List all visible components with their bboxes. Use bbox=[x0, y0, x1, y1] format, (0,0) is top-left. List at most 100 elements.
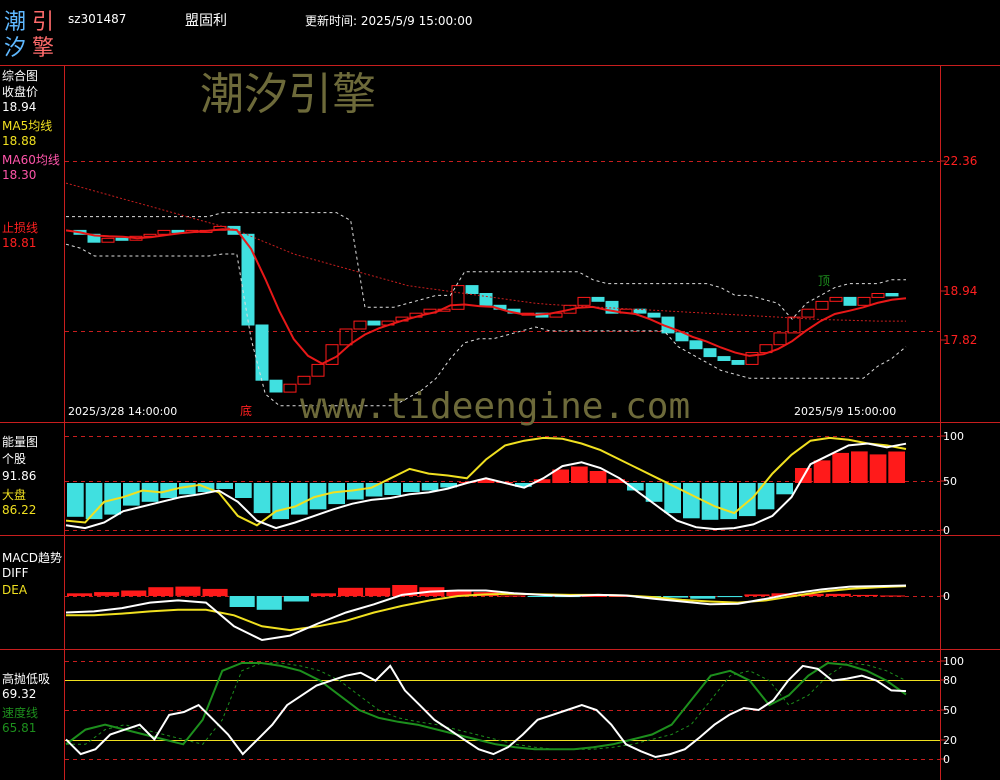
macd-bar bbox=[852, 594, 878, 596]
close-label: 收盘价 bbox=[2, 85, 39, 99]
macd-bar bbox=[879, 595, 905, 597]
candle bbox=[283, 383, 297, 393]
speed-value: 65.81 bbox=[2, 721, 37, 735]
bottom-marker: 底 bbox=[240, 404, 253, 418]
candle bbox=[885, 293, 899, 297]
hl-tick: 80 bbox=[943, 674, 957, 687]
energy-bar bbox=[403, 483, 420, 492]
macd-bar bbox=[283, 596, 309, 602]
hl-tick: 20 bbox=[943, 734, 957, 747]
candle bbox=[703, 348, 717, 358]
ma60-label: MA60均线 bbox=[2, 153, 60, 167]
candle bbox=[647, 312, 661, 318]
stop-label: 止损线 bbox=[2, 221, 39, 235]
price-tick: 22.36 bbox=[943, 154, 978, 168]
candle bbox=[815, 300, 829, 310]
candle bbox=[829, 296, 843, 302]
candle bbox=[255, 324, 269, 381]
energy-tick: 50 bbox=[943, 475, 957, 488]
candle bbox=[773, 332, 787, 346]
date-start: 2025/3/28 14:00:00 bbox=[68, 405, 178, 418]
candle bbox=[269, 379, 283, 393]
stop-value: 18.81 bbox=[2, 236, 37, 250]
energy-bar bbox=[813, 460, 831, 483]
macd-bar bbox=[148, 587, 174, 596]
macd-bar bbox=[338, 587, 364, 597]
macd-bar bbox=[121, 590, 147, 596]
candle bbox=[115, 237, 129, 241]
close-value: 18.94 bbox=[2, 100, 37, 114]
energy-bar bbox=[253, 483, 271, 514]
macd-bar bbox=[229, 596, 255, 607]
ma5-value: 18.88 bbox=[2, 134, 37, 148]
candle bbox=[591, 296, 605, 302]
hl-value: 69.32 bbox=[2, 687, 37, 701]
macd-bar bbox=[175, 586, 201, 596]
date-end: 2025/5/9 15:00:00 bbox=[794, 405, 897, 418]
energy-title: 能量图 bbox=[2, 435, 39, 449]
macd-title: MACD趋势 bbox=[2, 551, 62, 565]
energy-bar bbox=[179, 483, 196, 495]
band-lower-line bbox=[65, 243, 907, 407]
candle bbox=[857, 296, 871, 306]
energy-bar bbox=[272, 483, 289, 520]
candle bbox=[871, 293, 885, 298]
energy-bar bbox=[739, 483, 756, 517]
energy-bar bbox=[571, 466, 588, 483]
candle bbox=[157, 229, 171, 235]
candle bbox=[633, 308, 647, 314]
macd-bar bbox=[256, 596, 282, 610]
macd-tick: 0 bbox=[943, 590, 950, 603]
energy-bar bbox=[216, 483, 233, 489]
candle bbox=[787, 316, 801, 334]
energy-bar bbox=[421, 483, 439, 491]
hl-speed-line bbox=[65, 661, 907, 751]
macd-bar bbox=[310, 593, 336, 597]
energy-market-label: 大盘 bbox=[2, 488, 27, 502]
candle bbox=[689, 340, 703, 350]
energy-bar bbox=[683, 483, 700, 519]
candle bbox=[367, 320, 381, 326]
macd-bar bbox=[202, 588, 228, 597]
reference-lines bbox=[65, 161, 940, 760]
candle bbox=[577, 296, 591, 306]
speed-label: 速度线 bbox=[2, 706, 39, 720]
main-title: 综合图 bbox=[2, 69, 39, 83]
hl-title: 高抛低吸 bbox=[2, 672, 51, 686]
hl-tick: 100 bbox=[943, 655, 964, 668]
energy-bar bbox=[365, 483, 383, 497]
price-tick: 18.94 bbox=[943, 284, 978, 298]
macd-bar bbox=[500, 595, 526, 597]
macd-bar bbox=[825, 593, 851, 596]
energy-bar bbox=[869, 454, 887, 483]
energy-bar bbox=[589, 471, 607, 483]
macd-bar bbox=[690, 596, 716, 599]
ma5-label: MA5均线 bbox=[2, 119, 53, 133]
hl-speed-dashed-line bbox=[66, 662, 907, 750]
energy-bar bbox=[851, 451, 868, 483]
candle bbox=[353, 320, 367, 330]
energy-bar bbox=[291, 483, 308, 515]
candle bbox=[241, 233, 255, 326]
energy-bar bbox=[235, 483, 252, 498]
candle bbox=[311, 363, 325, 377]
candle bbox=[297, 375, 311, 385]
price-tick: 17.82 bbox=[943, 333, 978, 347]
watermark-brand: 潮汐引擎 bbox=[200, 69, 376, 120]
hl-tick: 50 bbox=[943, 704, 957, 717]
macd-bar bbox=[663, 596, 689, 598]
macd-bar bbox=[94, 592, 120, 596]
energy-market-value: 86.22 bbox=[2, 503, 37, 517]
macd-diff-label: DIFF bbox=[2, 566, 29, 580]
candle bbox=[479, 293, 493, 306]
candle bbox=[101, 237, 115, 243]
energy-bar bbox=[832, 452, 849, 483]
energy-tick: 0 bbox=[943, 524, 950, 537]
energy-bar bbox=[384, 483, 401, 495]
candle bbox=[843, 296, 857, 306]
energy-bar bbox=[888, 451, 905, 483]
top-marker: 顶 bbox=[818, 274, 831, 288]
macd-bar bbox=[365, 587, 391, 597]
macd-bar bbox=[67, 593, 93, 596]
energy-bar bbox=[67, 483, 84, 517]
